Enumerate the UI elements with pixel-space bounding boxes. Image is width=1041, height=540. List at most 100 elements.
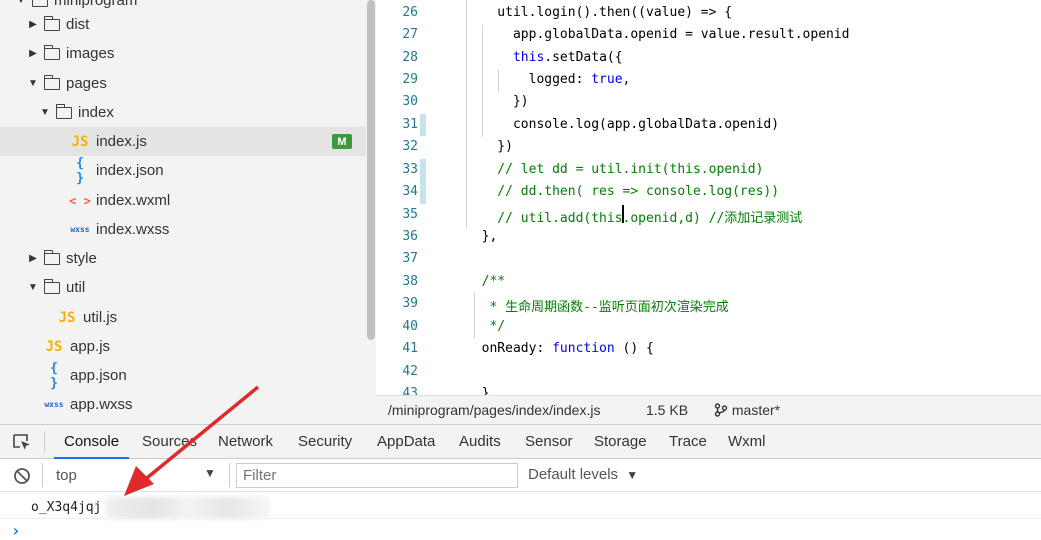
toolbar-divider bbox=[229, 463, 230, 487]
tab-sources[interactable]: Sources bbox=[142, 425, 197, 459]
tree-item-label: util bbox=[66, 279, 86, 296]
toolbar-divider bbox=[42, 463, 43, 487]
wxss-file-icon: wxss bbox=[44, 400, 64, 409]
tree-file-app-js[interactable]: JS app.js bbox=[0, 332, 366, 361]
text-cursor bbox=[622, 205, 624, 223]
tree-folder-util[interactable]: ▼ util bbox=[0, 273, 366, 302]
folder-open-icon bbox=[32, 0, 48, 7]
console-output: o_X3q4jqj › bbox=[0, 492, 1041, 540]
line-number: 32 bbox=[402, 139, 418, 154]
tree-folder-style[interactable]: ▶ style bbox=[0, 244, 366, 273]
log-levels-dropdown[interactable]: Default levels ▼ bbox=[528, 466, 638, 483]
code-line: } bbox=[466, 386, 490, 395]
line-number: 29 bbox=[402, 72, 418, 87]
sidebar-scrollbar-thumb[interactable] bbox=[367, 0, 375, 340]
tree-item-label: index.js bbox=[96, 133, 147, 150]
code-line: * 生命周期函数--监听页面初次渲染完成 bbox=[466, 300, 729, 315]
chevron-right-icon: ▶ bbox=[29, 48, 37, 59]
line-number: 35 bbox=[402, 207, 418, 222]
git-branch-icon bbox=[714, 403, 728, 417]
line-number: 31 bbox=[402, 117, 418, 132]
git-branch[interactable]: master* bbox=[714, 402, 780, 418]
tab-sensor[interactable]: Sensor bbox=[525, 425, 573, 459]
json-file-icon: { } bbox=[76, 155, 84, 186]
code-line: app.globalData.openid = value.result.ope… bbox=[466, 27, 850, 42]
tree-item-label: app.wxss bbox=[70, 396, 133, 413]
tree-file-index-json[interactable]: { } index.json bbox=[0, 155, 366, 186]
line-number: 36 bbox=[402, 229, 418, 244]
tab-network[interactable]: Network bbox=[218, 425, 273, 459]
console-toolbar: top ▼ Default levels ▼ bbox=[0, 459, 1041, 492]
tree-item-label: miniprogram bbox=[54, 0, 138, 9]
console-log-line: o_X3q4jqj bbox=[31, 500, 102, 515]
line-number: 28 bbox=[402, 50, 418, 65]
code-line: // let dd = util.init(this.openid) bbox=[466, 162, 764, 177]
chevron-right-icon: ▶ bbox=[29, 19, 37, 30]
code-editor[interactable]: 26 27 28 29 30 31 32 33 34 35 36 37 38 3… bbox=[376, 0, 1041, 395]
tree-file-app-wxss[interactable]: wxss app.wxss bbox=[0, 390, 366, 419]
chevron-down-icon: ▼ bbox=[28, 78, 38, 89]
tree-item-label: index.json bbox=[96, 162, 164, 179]
tab-trace[interactable]: Trace bbox=[669, 425, 707, 459]
log-levels-label: Default levels bbox=[528, 466, 619, 483]
wxss-file-icon: wxss bbox=[70, 225, 90, 234]
tree-folder-dist[interactable]: ▶ dist bbox=[0, 10, 366, 39]
line-number: 39 bbox=[402, 296, 418, 311]
context-selector[interactable]: top ▼ bbox=[46, 462, 226, 488]
chevron-right-icon: ▶ bbox=[29, 253, 37, 264]
inspect-element-icon[interactable] bbox=[12, 433, 32, 451]
tree-file-util-js[interactable]: JS util.js bbox=[0, 303, 366, 332]
tab-security[interactable]: Security bbox=[298, 425, 352, 459]
tree-item-label: util.js bbox=[83, 309, 118, 326]
tree-folder-pages[interactable]: ▼ pages bbox=[0, 69, 366, 98]
console-prompt[interactable]: › bbox=[11, 521, 21, 540]
git-change-marker bbox=[420, 159, 426, 204]
tree-item-label: dist bbox=[66, 16, 90, 33]
tree-folder-images[interactable]: ▶ images bbox=[0, 39, 366, 68]
file-path: /miniprogram/pages/index/index.js bbox=[388, 402, 601, 418]
code-line: }, bbox=[466, 229, 498, 244]
folder-open-icon bbox=[43, 278, 60, 294]
tree-file-app-json[interactable]: { } app.json bbox=[0, 360, 366, 391]
tree-item-label: pages bbox=[66, 75, 107, 92]
line-number: 34 bbox=[402, 184, 418, 199]
code-line: onReady: function () { bbox=[466, 341, 654, 356]
tab-storage[interactable]: Storage bbox=[594, 425, 647, 459]
folder-icon bbox=[43, 15, 60, 31]
code-line: console.log(app.globalData.openid) bbox=[466, 117, 780, 132]
redacted-blur bbox=[105, 497, 270, 519]
console-divider bbox=[0, 518, 1041, 519]
tree-item-label: app.js bbox=[70, 338, 111, 355]
code-line: util.login().then((value) => { bbox=[466, 5, 733, 20]
code-line: logged: true, bbox=[466, 72, 631, 87]
js-file-icon: JS bbox=[71, 133, 89, 150]
folder-open-icon bbox=[43, 74, 60, 90]
tab-audits[interactable]: Audits bbox=[459, 425, 501, 459]
file-size: 1.5 KB bbox=[646, 402, 689, 418]
line-number: 30 bbox=[402, 94, 418, 109]
context-label: top bbox=[56, 467, 77, 484]
tab-console[interactable]: Console bbox=[54, 425, 130, 459]
tree-file-index-js[interactable]: JS index.js M bbox=[0, 127, 366, 156]
code-line: }) bbox=[466, 94, 529, 109]
tree-file-index-wxml[interactable]: < > index.wxml bbox=[0, 186, 366, 215]
json-file-icon: { } bbox=[50, 360, 58, 391]
console-filter-input[interactable] bbox=[236, 463, 518, 488]
chevron-down-icon: ▼ bbox=[28, 282, 38, 293]
line-number: 43 bbox=[402, 386, 418, 395]
wxml-file-icon: < > bbox=[69, 193, 91, 208]
dropdown-arrow-icon: ▼ bbox=[626, 468, 639, 482]
tree-item-label: index.wxss bbox=[96, 221, 170, 238]
editor-status-bar: /miniprogram/pages/index/index.js 1.5 KB… bbox=[376, 395, 1041, 424]
toolbar-divider bbox=[44, 431, 45, 453]
clear-console-icon[interactable] bbox=[13, 467, 31, 485]
tree-item-label: index bbox=[78, 104, 114, 121]
chevron-down-icon: ▼ bbox=[40, 107, 50, 118]
tree-item-label: app.json bbox=[70, 367, 127, 384]
tab-appdata[interactable]: AppData bbox=[377, 425, 435, 459]
tree-folder-index[interactable]: ▼ index bbox=[0, 98, 366, 127]
code-line: }) bbox=[466, 139, 513, 154]
modified-badge: M bbox=[332, 134, 352, 149]
tree-file-index-wxss[interactable]: wxss index.wxss bbox=[0, 215, 366, 244]
tab-wxml[interactable]: Wxml bbox=[728, 425, 766, 459]
